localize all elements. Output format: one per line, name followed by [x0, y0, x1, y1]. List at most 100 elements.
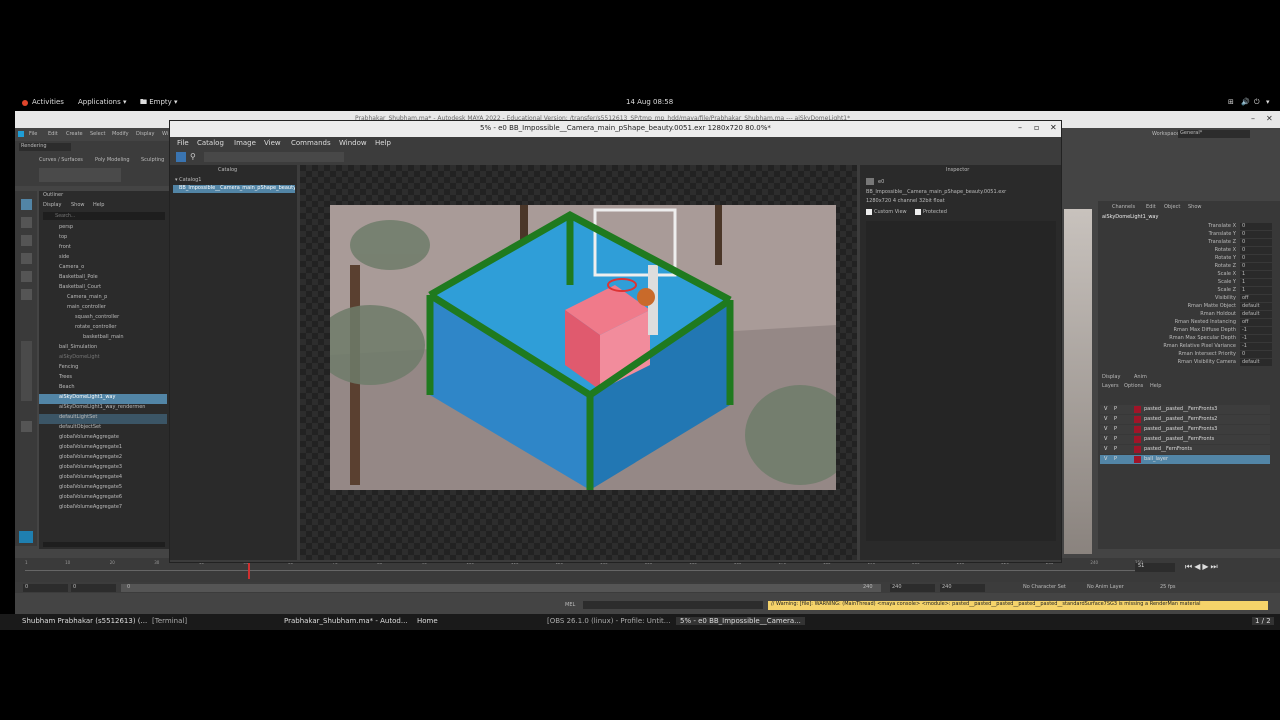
channel-attribute-row[interactable]: Rman Max Specular Depth -1	[1098, 335, 1278, 343]
channel-menu-object[interactable]: Object	[1164, 204, 1180, 210]
taskbar-item[interactable]: Shubham Prabhakar (s5512613) (...	[22, 617, 147, 625]
outliner-item[interactable]: persp	[39, 224, 167, 234]
outliner-item[interactable]: Basketball_Court	[39, 284, 167, 294]
layer-visibility-toggle[interactable]: V	[1104, 456, 1107, 462]
outliner-menu-help[interactable]: Help	[93, 202, 104, 208]
rv-menu-catalog[interactable]: Catalog	[197, 139, 224, 147]
rv-menu-view[interactable]: View	[264, 139, 281, 147]
shelf-tab-sculpting[interactable]: Sculpting	[141, 157, 164, 163]
rv-maximize-button[interactable]: ▫	[1034, 123, 1039, 132]
layout-icons[interactable]	[21, 341, 32, 401]
channel-attribute-value[interactable]: off	[1240, 319, 1272, 326]
channel-attribute-row[interactable]: Visibility off	[1098, 295, 1278, 303]
outliner-item[interactable]: top	[39, 234, 167, 244]
clock[interactable]: 14 Aug 08:58	[626, 98, 673, 106]
outliner-item[interactable]: squash_controller	[39, 314, 167, 324]
outliner-item[interactable]: Basketball_Pole	[39, 274, 167, 284]
channel-attribute-row[interactable]: Scale Y 1	[1098, 279, 1278, 287]
channel-attribute-row[interactable]: Rman Matte Object default	[1098, 303, 1278, 311]
outliner-item[interactable]: basketball_main	[39, 334, 167, 344]
applications-menu[interactable]: Applications ▾	[78, 98, 127, 106]
zoom-icon[interactable]: ⚲	[190, 152, 196, 161]
outliner-item[interactable]: side	[39, 254, 167, 264]
rv-close-button[interactable]: ✕	[1050, 123, 1057, 132]
system-menu-chevron-icon[interactable]: ▾	[1266, 98, 1270, 106]
taskbar-item[interactable]: Prabhakar_Shubham.ma* - Autod...	[284, 617, 408, 625]
power-icon[interactable]: ⏻	[1254, 98, 1260, 107]
search-icon[interactable]	[21, 421, 32, 432]
channel-attribute-value[interactable]: default	[1240, 311, 1272, 318]
layer-color-swatch[interactable]	[1134, 426, 1141, 433]
network-icon[interactable]: ⊞	[1228, 98, 1234, 106]
layer-row[interactable]: V Ppasted__pasted__FernFronts3	[1100, 405, 1270, 414]
channel-attribute-value[interactable]: 1	[1240, 271, 1272, 278]
layer-color-swatch[interactable]	[1134, 456, 1141, 463]
toolbar-icon-group[interactable]	[204, 152, 344, 162]
channel-attribute-value[interactable]: default	[1240, 359, 1272, 366]
channel-attribute-row[interactable]: Rotate X 0	[1098, 247, 1278, 255]
outliner-item[interactable]: Camera_main_p	[39, 294, 167, 304]
outliner-item[interactable]: globalVolumeAggregate4	[39, 474, 167, 484]
layer-visibility-toggle[interactable]: V	[1104, 406, 1107, 412]
taskbar-item[interactable]: Home	[417, 617, 438, 625]
channel-attribute-row[interactable]: Rman Holdout default	[1098, 311, 1278, 319]
catalog-item-selected[interactable]: BB_Impossible__Camera_main_pShape_beauty…	[173, 185, 295, 193]
render-view-titlebar[interactable]: 5% - e0 BB_Impossible__Camera_main_pShap…	[170, 121, 1061, 137]
channel-attribute-value[interactable]: 0	[1240, 247, 1272, 254]
layer-row[interactable]: V Ppasted__pasted__FernFronts2	[1100, 415, 1270, 424]
outliner-item[interactable]: Fencing	[39, 364, 167, 374]
layer-tab-anim[interactable]: Anim	[1134, 374, 1147, 380]
outliner-item-selected[interactable]: aiSkyDomeLight1_way	[39, 394, 167, 404]
channel-attribute-value[interactable]: 0	[1240, 255, 1272, 262]
mel-command-input[interactable]	[583, 601, 763, 609]
maya-home-icon[interactable]	[19, 531, 33, 543]
channel-attribute-value[interactable]: -1	[1240, 335, 1272, 342]
volume-icon[interactable]: 🔊	[1241, 98, 1250, 106]
channel-attribute-row[interactable]: Rman Max Diffuse Depth -1	[1098, 327, 1278, 335]
catalog-root[interactable]: ▾ Catalog1	[175, 177, 202, 183]
image-viewport[interactable]	[300, 165, 857, 560]
taskbar-item[interactable]: [OBS 26.1.0 (linux) - Profile: Untit...	[547, 617, 670, 625]
channel-menu-show[interactable]: Show	[1188, 204, 1202, 210]
rv-menu-file[interactable]: File	[177, 139, 189, 147]
menu-modify[interactable]: Modify	[112, 131, 129, 137]
layer-color-swatch[interactable]	[1134, 446, 1141, 453]
lasso-tool-icon[interactable]	[21, 217, 32, 228]
outliner-item[interactable]: globalVolumeAggregate5	[39, 484, 167, 494]
layer-playback-toggle[interactable]: P	[1114, 426, 1117, 432]
character-set-select[interactable]: No Character Set	[1023, 584, 1066, 590]
channel-attribute-row[interactable]: Translate Y 0	[1098, 231, 1278, 239]
maya-close-button[interactable]: ✕	[1266, 114, 1273, 123]
layer-row[interactable]: V Pball_layer	[1100, 455, 1270, 464]
outliner-item[interactable]: aiSkyDomeLight1_way_rendermen	[39, 404, 167, 414]
range-start-field[interactable]: 0	[23, 584, 68, 592]
anim-layer-select[interactable]: No Anim Layer	[1087, 584, 1124, 590]
layer-row[interactable]: V Ppasted__pasted__FernFronts3	[1100, 425, 1270, 434]
rv-menu-image[interactable]: Image	[234, 139, 256, 147]
channel-attribute-row[interactable]: Scale X 1	[1098, 271, 1278, 279]
channel-attribute-value[interactable]: 0	[1240, 231, 1272, 238]
mode-select[interactable]: Rendering	[19, 143, 71, 151]
layer-menu-layers[interactable]: Layers	[1102, 383, 1119, 389]
layer-row[interactable]: V Ppasted__FernFronts	[1100, 445, 1270, 454]
paint-tool-icon[interactable]	[21, 235, 32, 246]
channel-attribute-value[interactable]: 0	[1240, 263, 1272, 270]
outliner-item[interactable]: globalVolumeAggregate1	[39, 444, 167, 454]
rv-menu-window[interactable]: Window	[339, 139, 367, 147]
layer-visibility-toggle[interactable]: V	[1104, 416, 1107, 422]
rv-minimize-button[interactable]: –	[1018, 123, 1022, 132]
outliner-hscrollbar[interactable]	[43, 542, 165, 547]
channel-attribute-row[interactable]: Rman Intersect Priority 0	[1098, 351, 1278, 359]
layer-menu-help[interactable]: Help	[1150, 383, 1161, 389]
fps-select[interactable]: 25 fps	[1160, 584, 1176, 590]
rv-menu-commands[interactable]: Commands	[291, 139, 331, 147]
outliner-search-input[interactable]	[43, 212, 165, 220]
current-frame-field[interactable]: 51	[1135, 563, 1175, 572]
layer-tab-display[interactable]: Display	[1102, 374, 1120, 380]
layer-playback-toggle[interactable]: P	[1114, 456, 1117, 462]
channel-attribute-row[interactable]: Translate X 0	[1098, 223, 1278, 231]
end-frame-field[interactable]: 240	[890, 584, 935, 592]
layer-color-swatch[interactable]	[1134, 436, 1141, 443]
layer-playback-toggle[interactable]: P	[1114, 406, 1117, 412]
outliner-item[interactable]: aiSkyDomeLight	[39, 354, 167, 364]
